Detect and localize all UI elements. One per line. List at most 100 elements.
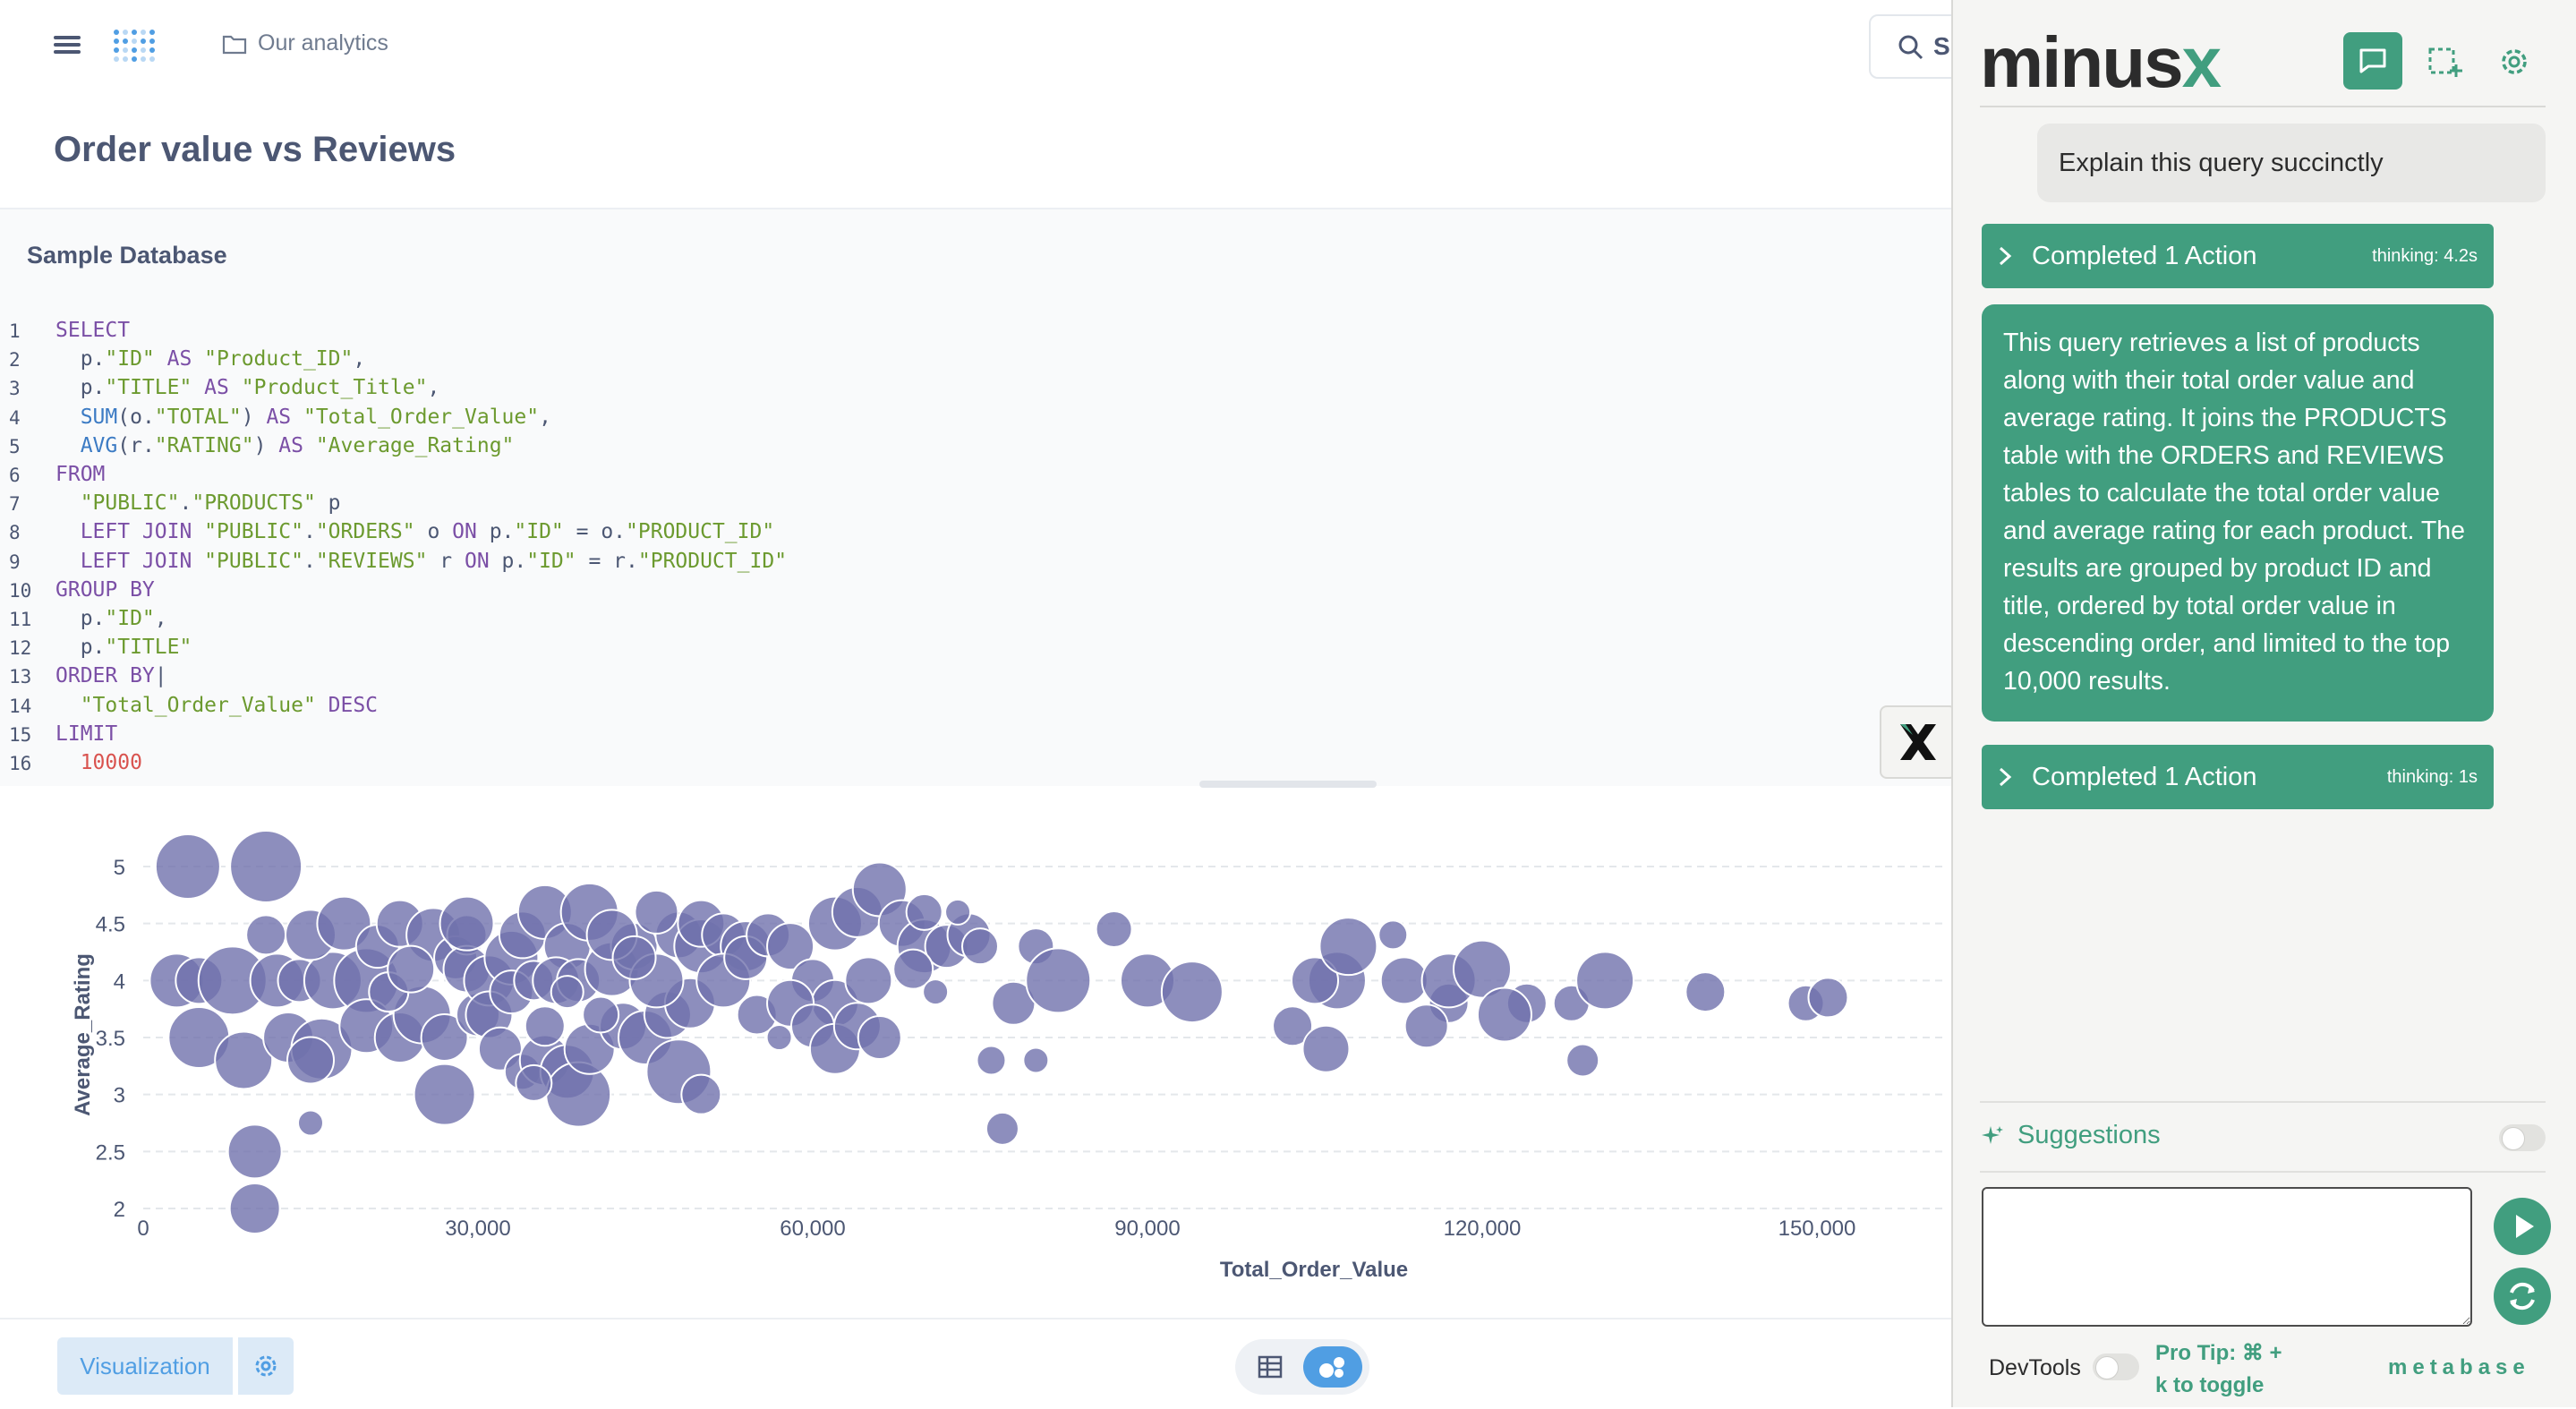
data-point [1160, 961, 1224, 1024]
data-point [1807, 977, 1849, 1019]
data-point [550, 975, 584, 1010]
code-line: LEFT JOIN "PUBLIC"."ORDERS" o ON p."ID" … [55, 520, 775, 544]
code-token: r [427, 549, 465, 573]
chat-mode-button[interactable] [2343, 32, 2402, 90]
page-title[interactable]: Order value vs Reviews [54, 130, 456, 170]
data-point [229, 830, 303, 903]
refresh-icon [2510, 1282, 2535, 1311]
code-token: AS [266, 433, 316, 457]
sql-editor[interactable]: 1 SELECT 2 p."ID" AS "Product_ID", 3 p."TIT… [0, 299, 1951, 786]
code-token: p. [55, 636, 106, 660]
line-number: 15 [9, 723, 32, 746]
scatter-view-icon [1319, 1357, 1344, 1378]
code-token: "TOTAL" [154, 405, 242, 429]
data-point [944, 898, 972, 926]
code-token: "ID" [526, 549, 576, 573]
code-line: FROM [55, 463, 105, 486]
code-token: "PRODUCT_ID" [637, 549, 788, 573]
line-number: 4 [9, 406, 21, 429]
y-tick-label: 2 [114, 1198, 125, 1222]
code-token: "Product_ID" [204, 347, 354, 371]
code-token: GROUP BY [55, 577, 155, 602]
code-token: "PRODUCT_ID" [626, 520, 775, 544]
code-token: "PUBLIC" [55, 491, 180, 516]
thinking-time: thinking: 1s [2386, 766, 2478, 787]
search-icon [1898, 35, 1923, 60]
code-line: SELECT [55, 319, 130, 342]
code-token: . [179, 491, 192, 516]
action-summary-1[interactable]: Completed 1 Action thinking: 4.2s [1982, 224, 2494, 288]
data-point [439, 895, 495, 952]
send-button[interactable] [2494, 1198, 2551, 1255]
minusx-toggle-button[interactable] [1880, 705, 1957, 779]
metabase-logo-icon[interactable] [109, 23, 158, 72]
code-token: p [315, 491, 341, 516]
code-token: "PUBLIC" [204, 520, 303, 544]
data-point [1575, 951, 1635, 1011]
code-line: GROUP BY [55, 578, 155, 602]
suggestions-toggle[interactable] [2499, 1124, 2546, 1151]
code-token: "Total_Order_Value" [55, 693, 316, 717]
code-token: = o. [563, 520, 627, 544]
data-point [582, 995, 620, 1034]
action-label: Completed 1 Action [2032, 762, 2257, 791]
code-token: "RATING" [154, 433, 254, 457]
data-point [1095, 910, 1133, 949]
data-point [387, 944, 436, 994]
visualization-settings-button[interactable] [238, 1337, 294, 1395]
table-view-icon[interactable] [1257, 1353, 1284, 1380]
code-token: FROM [55, 463, 106, 486]
database-name[interactable]: Sample Database [27, 242, 227, 269]
code-line: LEFT JOIN "PUBLIC"."REVIEWS" r ON p."ID"… [55, 550, 787, 573]
code-line: p."TITLE" AS "Product_Title", [55, 376, 440, 400]
editor-resize-handle[interactable] [1199, 781, 1377, 788]
select-area-icon[interactable] [2422, 39, 2467, 84]
panel-divider [1980, 106, 2546, 107]
code-line: SUM(o."TOTAL") AS "Total_Order_Value", [55, 406, 551, 429]
data-point [228, 1183, 281, 1234]
code-token: "PUBLIC" [204, 549, 303, 573]
user-message: Explain this query succinctly [2037, 124, 2546, 202]
code-token: ORDER BY [55, 664, 155, 688]
code-token: LEFT JOIN [55, 549, 205, 573]
action-label: Completed 1 Action [2032, 241, 2257, 270]
code-token: AS [154, 347, 205, 371]
line-number: 7 [9, 493, 21, 516]
code-token: | [154, 664, 167, 688]
action-summary-2[interactable]: Completed 1 Action thinking: 1s [1982, 745, 2494, 809]
data-point [413, 1063, 476, 1126]
x-axis-label: Total_Order_Value [1220, 1258, 1408, 1282]
line-number: 5 [9, 435, 21, 457]
devtools-toggle[interactable] [2093, 1353, 2139, 1380]
code-token: , [353, 347, 366, 371]
line-number: 10 [9, 579, 32, 602]
code-token: "Average_Rating" [315, 433, 515, 457]
data-point [154, 833, 221, 900]
data-point [515, 1063, 553, 1102]
code-token: ) [241, 405, 254, 429]
code-token: AS [192, 376, 242, 400]
breadcrumb[interactable]: Our analytics [222, 30, 388, 56]
code-token: 10000 [55, 751, 142, 774]
data-point [1379, 956, 1429, 1005]
scatter-chart: 2 2.5 3 3.5 4 4.5 5 0 30,000 60,000 90,000 120,000 1… [71, 830, 1942, 1282]
chat-input[interactable] [1982, 1187, 2472, 1327]
x-tick-label: 150,000 [1778, 1217, 1856, 1241]
data-point [286, 1036, 335, 1085]
y-tick-label: 3.5 [96, 1027, 125, 1051]
code-token: SUM [55, 405, 118, 429]
code-line: "PUBLIC"."PRODUCTS" p [55, 491, 341, 515]
menu-icon[interactable] [54, 32, 81, 59]
code-token: LIMIT [55, 722, 118, 746]
code-line: ORDER BY| [55, 664, 167, 687]
data-point [922, 978, 950, 1006]
code-token: "TITLE" [105, 376, 192, 400]
chart-view-toggle[interactable] [1303, 1346, 1362, 1388]
line-number: 9 [9, 551, 21, 573]
visualization-button[interactable]: Visualization [57, 1337, 233, 1395]
settings-icon[interactable] [2492, 39, 2537, 84]
data-point [611, 935, 657, 980]
search-text: S [1933, 32, 1950, 60]
reset-chat-button[interactable] [2494, 1268, 2551, 1325]
sparkle-icon [1982, 1125, 2003, 1144]
